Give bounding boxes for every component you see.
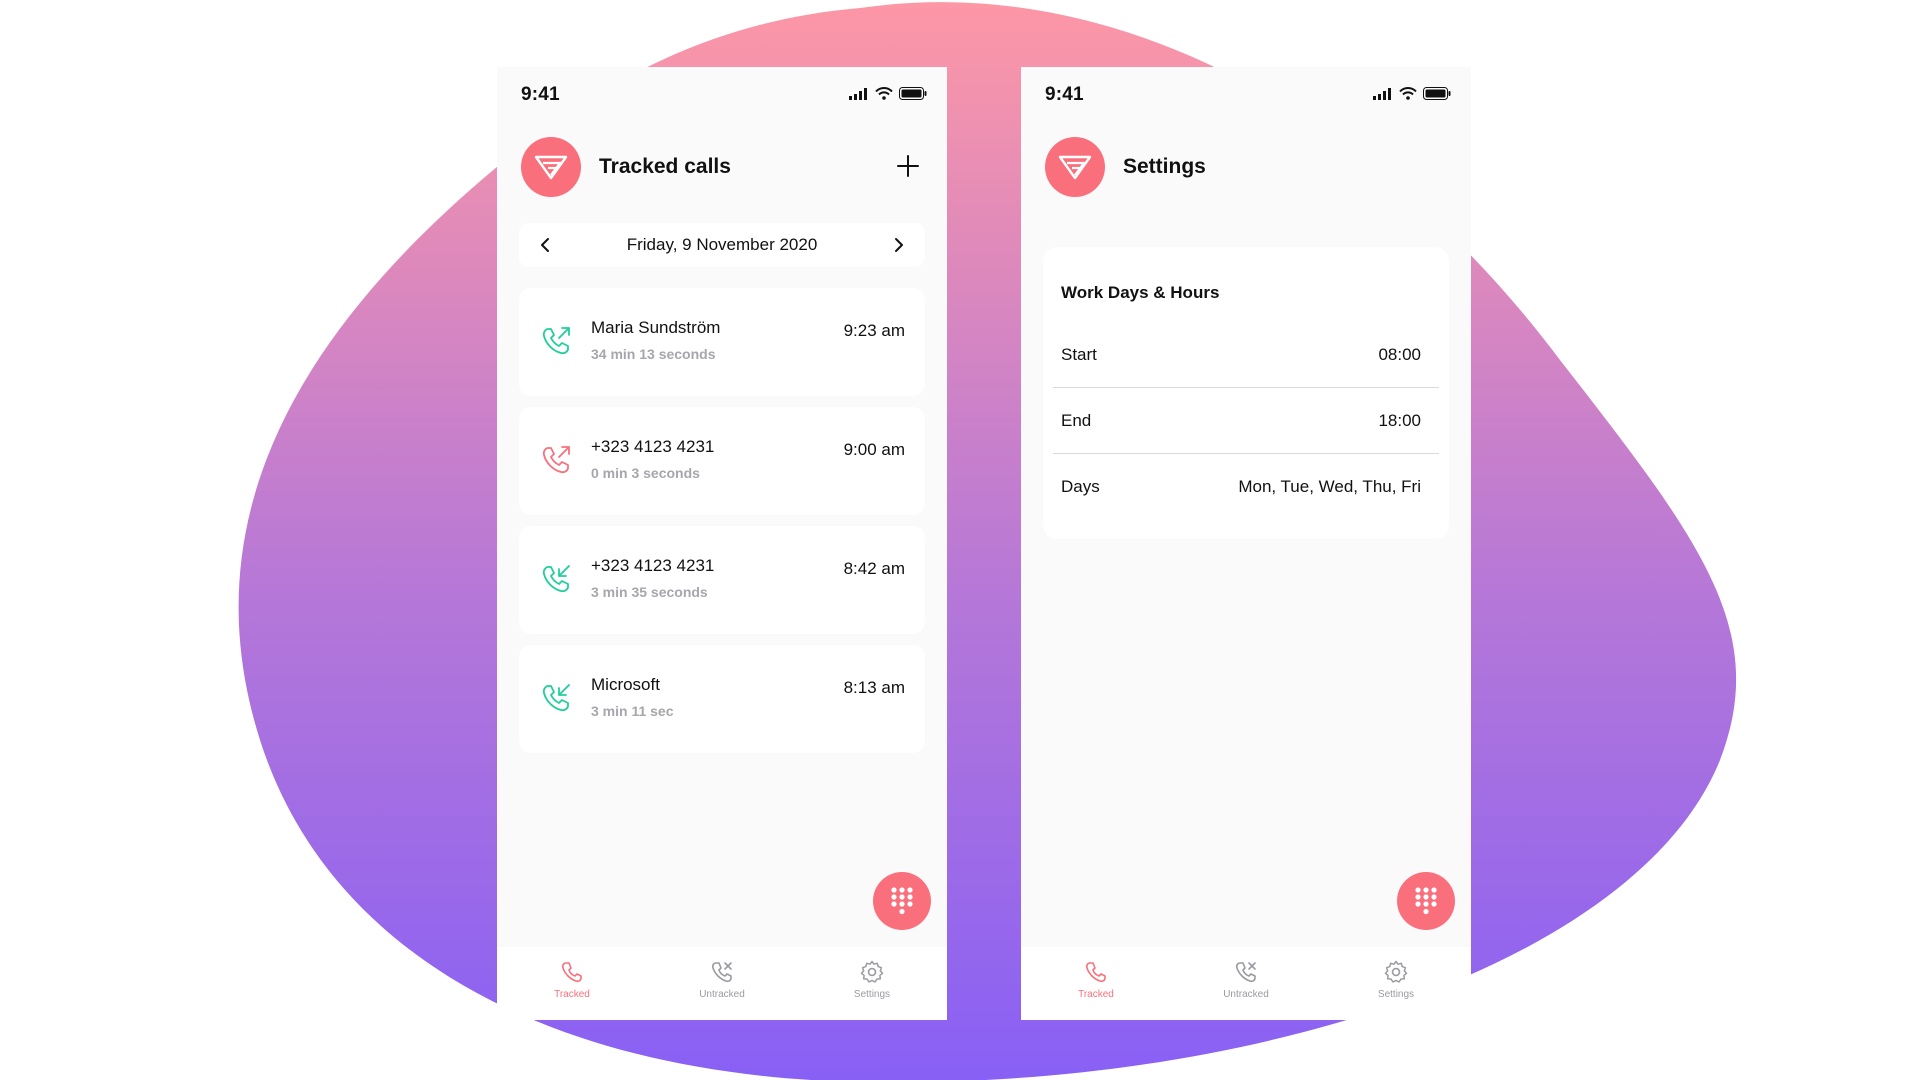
call-contact: +323 4123 4231 (591, 437, 715, 456)
dialpad-icon (1415, 887, 1437, 915)
call-contact: +323 4123 4231 (591, 556, 715, 575)
current-date: Friday, 9 November 2020 (626, 235, 818, 254)
row-value: Mon, Tue, Wed, Thu, Fri (1238, 477, 1421, 496)
status-time: 9:41 (1045, 84, 1084, 105)
tab-label: Untracked (699, 989, 745, 1000)
tab-label: Tracked (554, 989, 590, 1000)
app-logo-icon (1045, 137, 1105, 197)
tab-tracked[interactable]: Tracked (1021, 947, 1171, 1020)
end-time-row[interactable]: End 18:00 (1053, 393, 1439, 454)
app-logo-icon (521, 137, 581, 197)
row-value: 08:00 (1378, 345, 1421, 364)
call-duration: 34 min 13 seconds (591, 346, 716, 362)
phone-icon (561, 962, 582, 983)
add-button[interactable] (893, 151, 923, 181)
page-title: Tracked calls (599, 155, 731, 178)
call-list-item[interactable]: Microsoft 3 min 11 sec 8:13 am (519, 645, 925, 753)
call-duration: 3 min 11 sec (591, 703, 674, 719)
call-time: 8:13 am (843, 678, 905, 697)
call-contact: Maria Sundström (591, 318, 721, 337)
incoming-call-icon (542, 684, 570, 712)
call-list-item[interactable]: +323 4123 4231 0 min 3 seconds 9:00 am (519, 407, 925, 515)
tab-settings[interactable]: Settings (1321, 947, 1471, 1020)
date-navigator: Friday, 9 November 2020 (519, 223, 925, 267)
row-value: 18:00 (1378, 411, 1421, 430)
work-hours-card: Work Days & Hours Start 08:00 End 18:00 … (1043, 247, 1449, 539)
call-duration: 0 min 3 seconds (591, 465, 700, 481)
tab-label: Settings (1377, 989, 1415, 1000)
tab-bar: Tracked Untracked Settings (1021, 947, 1471, 1020)
settings-screen: 9:41 Settings Work Days & Hours Start 08… (1021, 67, 1471, 1020)
dialpad-button[interactable] (1397, 872, 1455, 930)
status-time: 9:41 (521, 84, 560, 105)
tab-untracked[interactable]: Untracked (647, 947, 797, 1020)
row-label: End (1061, 411, 1092, 430)
background-blob (238, 2, 1737, 1080)
call-duration: 3 min 35 seconds (591, 584, 708, 600)
status-bar: 9:41 (497, 67, 947, 127)
signal-icon (1373, 87, 1391, 100)
call-list-item[interactable]: +323 4123 4231 3 min 35 seconds 8:42 am (519, 526, 925, 634)
incoming-call-icon (542, 565, 570, 593)
wifi-icon (875, 87, 893, 100)
row-label: Days (1061, 477, 1100, 496)
next-day-button[interactable] (889, 235, 909, 255)
tab-label: Untracked (1223, 989, 1269, 1000)
plus-icon (897, 155, 919, 177)
call-time: 8:42 am (843, 559, 905, 578)
status-bar: 9:41 (1021, 67, 1471, 127)
dialpad-button[interactable] (873, 872, 931, 930)
page-title: Settings (1123, 155, 1206, 178)
wifi-icon (1399, 87, 1417, 100)
call-time: 9:23 am (843, 321, 905, 340)
outgoing-call-icon (542, 446, 570, 474)
tab-bar: Tracked Untracked Settings (497, 947, 947, 1020)
start-time-row[interactable]: Start 08:00 (1053, 327, 1439, 388)
chevron-right-icon (895, 238, 903, 252)
outgoing-call-icon (542, 327, 570, 355)
phone-icon (1085, 962, 1106, 983)
battery-icon (1423, 87, 1451, 100)
call-time: 9:00 am (843, 440, 905, 459)
section-title: Work Days & Hours (1061, 283, 1220, 302)
phone-missed-icon (711, 962, 732, 983)
header: Tracked calls (521, 137, 923, 199)
call-list: Maria Sundström 34 min 13 seconds 9:23 a… (519, 288, 925, 764)
header: Settings (1045, 137, 1447, 199)
gear-icon (1384, 960, 1408, 983)
battery-icon (899, 87, 927, 100)
row-label: Start (1061, 345, 1097, 364)
status-icons (849, 87, 927, 100)
tab-label: Settings (853, 989, 891, 1000)
phone-missed-icon (1235, 962, 1256, 983)
call-list-item[interactable]: Maria Sundström 34 min 13 seconds 9:23 a… (519, 288, 925, 396)
tracked-calls-screen: 9:41 Tracked calls Friday, 9 November 20… (497, 67, 947, 1020)
gear-icon (860, 960, 884, 983)
tab-untracked[interactable]: Untracked (1171, 947, 1321, 1020)
tab-label: Tracked (1078, 989, 1114, 1000)
work-days-row[interactable]: Days Mon, Tue, Wed, Thu, Fri (1053, 459, 1439, 519)
tab-settings[interactable]: Settings (797, 947, 947, 1020)
status-icons (1373, 87, 1451, 100)
tab-tracked[interactable]: Tracked (497, 947, 647, 1020)
dialpad-icon (891, 887, 913, 915)
signal-icon (849, 87, 867, 100)
call-contact: Microsoft (591, 675, 660, 694)
